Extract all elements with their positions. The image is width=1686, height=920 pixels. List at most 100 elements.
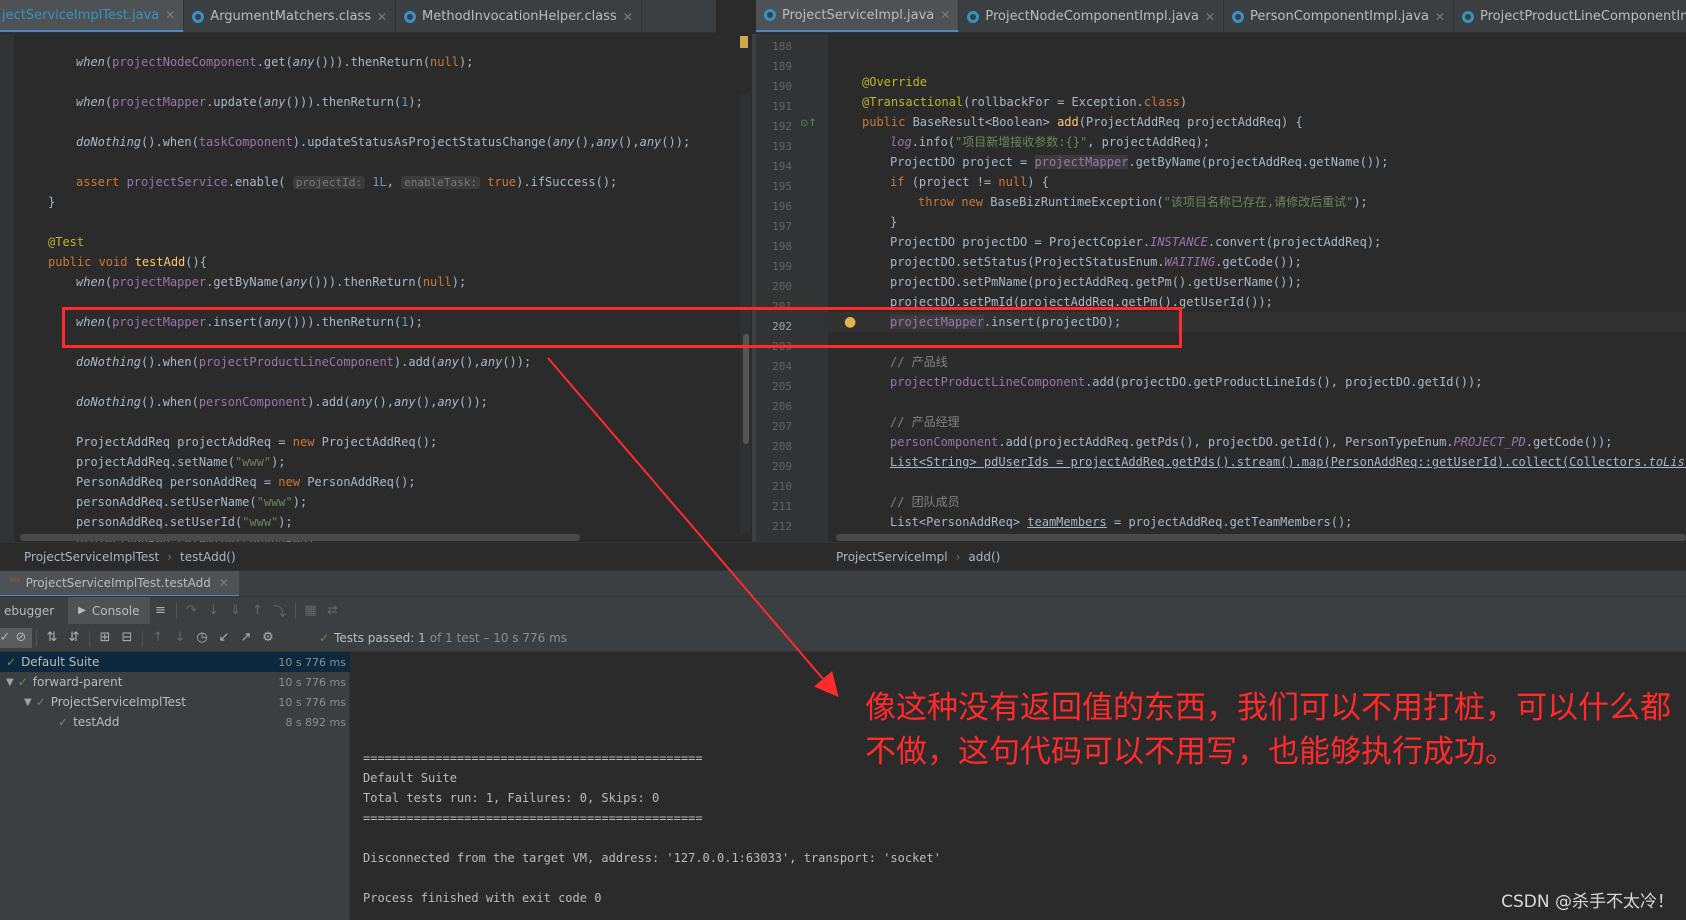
history-icon[interactable]: ◷ xyxy=(191,628,213,648)
right-editor[interactable]: 188 189 190 191 192 193 194 195 196 197 198 199 200 2… xyxy=(756,34,1686,542)
code-line: projectProductLineComponent.add(projectD… xyxy=(890,375,1483,389)
horizontal-scrollbar[interactable] xyxy=(20,534,580,541)
tab-argument-matchers[interactable]: ArgumentMatchers.class ✕ xyxy=(184,0,397,32)
evaluate-icon[interactable]: ▦ xyxy=(300,601,322,621)
class-icon xyxy=(1461,10,1474,23)
chevron-right-icon: › xyxy=(955,549,961,564)
code-line: if (project != null) { xyxy=(890,175,1049,189)
export-icon[interactable]: ↗ xyxy=(235,628,257,648)
code-line: // 产品经理 xyxy=(890,415,960,429)
tree-item-time: 10 s 776 ms xyxy=(278,655,346,669)
run-tab[interactable]: ᴺᴳ ProjectServiceImplTest.testAdd ✕ xyxy=(0,570,239,597)
step-out-icon[interactable]: ↑ xyxy=(247,601,269,621)
console-line: ========================================… xyxy=(363,751,703,765)
divider xyxy=(89,629,90,646)
class-icon xyxy=(1232,10,1245,23)
sort-duration-icon[interactable]: ⇵ xyxy=(63,628,85,648)
breadcrumb-method[interactable]: testAdd() xyxy=(180,550,236,564)
tab-method-invocation-helper[interactable]: MethodInvocationHelper.class ✕ xyxy=(396,0,642,32)
breadcrumb-method[interactable]: add() xyxy=(968,550,1000,564)
line-number: 210 xyxy=(772,480,792,493)
tree-item-time: 10 s 776 ms xyxy=(278,695,346,709)
code-line: when(projectNodeComponent.get(any())).th… xyxy=(76,55,474,69)
warning-marker-icon xyxy=(740,36,748,48)
close-icon[interactable]: ✕ xyxy=(165,8,175,22)
show-ignored-icon[interactable]: ⊘ xyxy=(10,627,32,648)
code-line: doNothing().when(projectProductLineCompo… xyxy=(76,355,532,369)
line-number: 194 xyxy=(772,160,792,173)
chevron-down-icon[interactable]: ▼ xyxy=(6,677,14,688)
console-icon: ▶ xyxy=(78,605,86,616)
console-tab[interactable]: ▶ Console xyxy=(68,596,150,625)
code-line: public void testAdd(){ xyxy=(48,255,207,269)
override-marker-icon: ⊙↑ xyxy=(800,118,817,129)
collapse-all-icon[interactable]: ⊟ xyxy=(116,628,138,648)
divider xyxy=(294,602,296,619)
code-line: projectDO.setStatus(ProjectStatusEnum.WA… xyxy=(890,255,1302,269)
force-step-into-icon[interactable]: ⇓ xyxy=(225,601,247,621)
line-number: 198 xyxy=(772,240,792,253)
run-tab-label: ProjectServiceImplTest.testAdd xyxy=(25,575,211,590)
code-line: public BaseResult<Boolean> add(ProjectAd… xyxy=(862,115,1303,129)
line-number: 189 xyxy=(772,60,792,73)
menu-icon[interactable]: ≡ xyxy=(150,601,172,621)
previous-failed-icon[interactable]: ↑ xyxy=(147,628,169,648)
line-number: 192 xyxy=(772,120,792,133)
expand-all-icon[interactable]: ⊞ xyxy=(94,628,116,648)
debugger-tab[interactable]: ebugger xyxy=(0,604,68,618)
close-icon[interactable]: ✕ xyxy=(377,10,387,24)
right-breadcrumb: ProjectServiceImpl › add() xyxy=(756,542,1686,570)
settings-icon[interactable]: ⚙ xyxy=(257,628,279,648)
show-passed-icon[interactable]: ✓ xyxy=(0,627,10,648)
line-number: 212 xyxy=(772,520,792,533)
step-over-icon[interactable]: ↷ xyxy=(181,601,203,621)
tab-project-service-impl-test[interactable]: jectServiceImplTest.java ✕ xyxy=(0,0,185,32)
line-number: 206 xyxy=(772,400,792,413)
tree-item-test-method[interactable]: ✓ testAdd 8 s 892 ms xyxy=(0,712,350,732)
line-number: 207 xyxy=(772,420,792,433)
test-tree[interactable]: ✓ Default Suite 10 s 776 ms ▼ ✓ forward-… xyxy=(0,652,350,920)
close-icon[interactable]: ✕ xyxy=(940,8,950,22)
next-failed-icon[interactable]: ↓ xyxy=(169,628,191,648)
line-number: 197 xyxy=(772,220,792,233)
tests-summary: of 1 test – 10 s 776 ms xyxy=(429,630,568,645)
sort-alpha-icon[interactable]: ⇅ xyxy=(41,628,63,648)
line-number: 188 xyxy=(772,40,792,53)
tree-item-label: ProjectServiceImplTest xyxy=(50,695,186,709)
code-line: personAddReq.setUserName("www"); xyxy=(76,495,308,509)
close-icon[interactable]: ✕ xyxy=(623,10,633,24)
scrollbar-thumb[interactable] xyxy=(743,334,749,444)
passed-check-icon: ✓ xyxy=(319,630,330,645)
line-number: 204 xyxy=(772,360,792,373)
tree-item-test-class[interactable]: ▼ ✓ ProjectServiceImplTest 10 s 776 ms xyxy=(0,692,350,712)
code-line: log.info("项目新增接收参数:{}", projectAddReq); xyxy=(890,135,1210,149)
close-icon[interactable]: ✕ xyxy=(1205,10,1215,24)
code-line: assert projectService.enable( projectId:… xyxy=(76,175,618,189)
tab-project-node-component-impl[interactable]: ProjectNodeComponentImpl.java ✕ xyxy=(959,0,1225,32)
code-line: @Test xyxy=(48,235,85,249)
tab-person-component-impl[interactable]: PersonComponentImpl.java ✕ xyxy=(1224,0,1454,32)
close-icon[interactable]: ✕ xyxy=(1435,10,1445,24)
line-number: 208 xyxy=(772,440,792,453)
tab-label: jectServiceImplTest.java xyxy=(2,7,160,23)
breadcrumb-class[interactable]: ProjectServiceImpl xyxy=(836,550,948,564)
horizontal-scrollbar[interactable] xyxy=(836,534,1686,541)
tree-item-default-suite[interactable]: ✓ Default Suite 10 s 776 ms xyxy=(0,652,350,672)
left-tab-bar: jectServiceImplTest.java ✕ ArgumentMatch… xyxy=(0,0,716,33)
tree-item-time: 10 s 776 ms xyxy=(278,675,346,689)
line-number: 196 xyxy=(772,200,792,213)
breadcrumb-class[interactable]: ProjectServiceImplTest xyxy=(24,550,159,564)
import-icon[interactable]: ↙ xyxy=(213,628,235,648)
tree-item-forward-parent[interactable]: ▼ ✓ forward-parent 10 s 776 ms xyxy=(0,672,350,692)
chevron-down-icon[interactable]: ▼ xyxy=(24,697,32,708)
trace-icon[interactable]: ⇄ xyxy=(322,601,344,621)
step-into-icon[interactable]: ↓ xyxy=(203,601,225,621)
close-icon[interactable]: ✕ xyxy=(219,576,229,590)
tab-project-service-impl[interactable]: ProjectServiceImpl.java ✕ xyxy=(756,0,960,32)
tab-project-product-line-component-impl[interactable]: ProjectProductLineComponentImpl.java ✕ xyxy=(1454,0,1686,32)
code-line: // 产品线 xyxy=(890,355,948,369)
left-editor[interactable]: when(projectNodeComponent.get(any())).th… xyxy=(0,34,752,542)
run-to-cursor-icon[interactable]: ⤵ xyxy=(269,601,291,621)
line-number: 199 xyxy=(772,260,792,273)
divider xyxy=(36,629,37,646)
